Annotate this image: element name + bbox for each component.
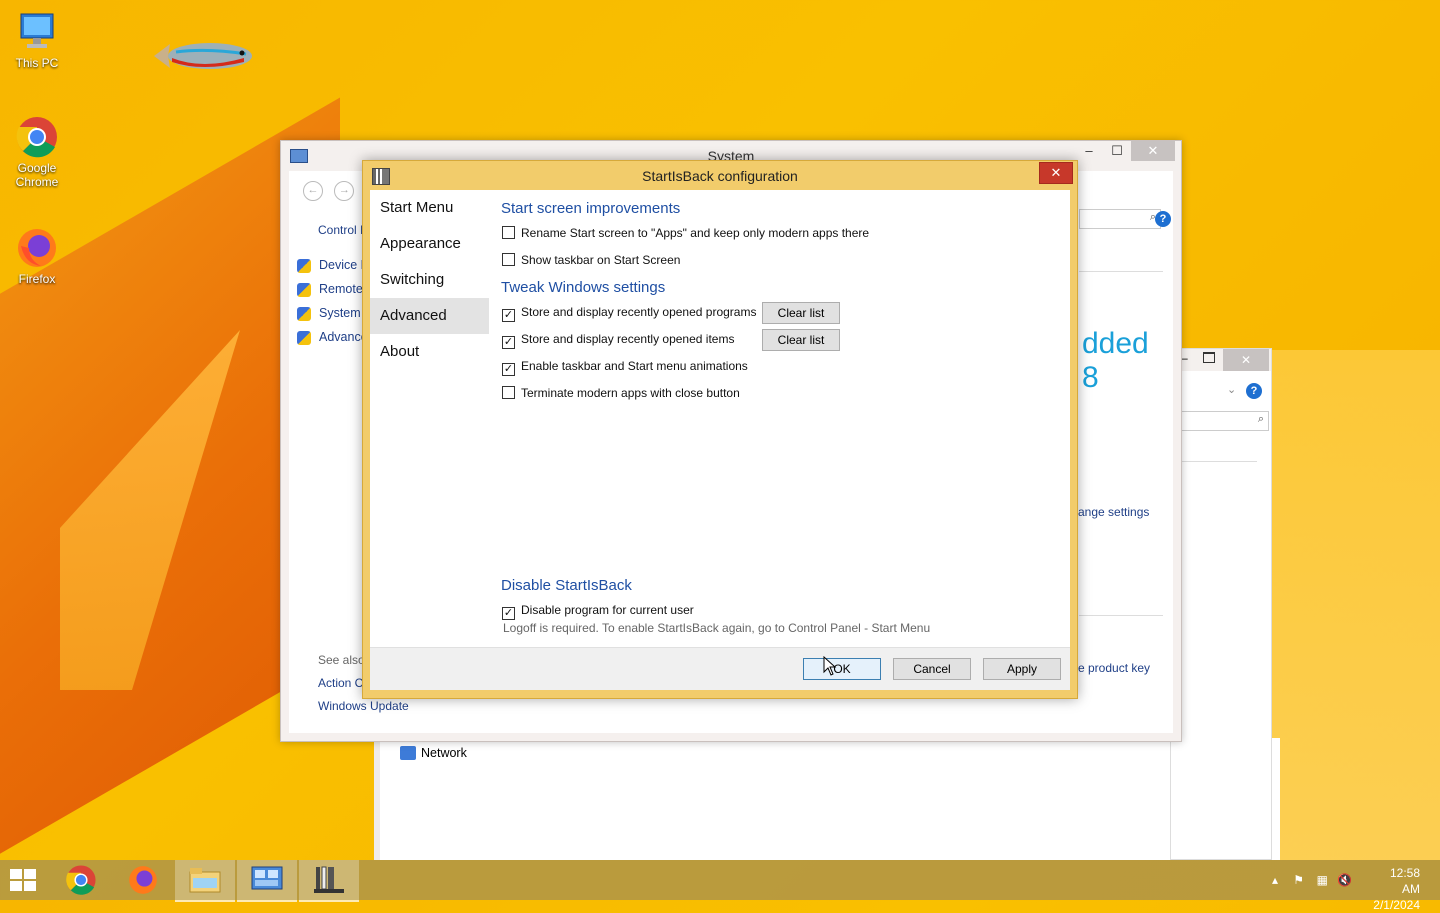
minimize-icon[interactable]: – — [1075, 141, 1103, 161]
help-icon[interactable]: ? — [1155, 211, 1171, 227]
checkbox-icon — [502, 226, 515, 239]
control-panel-link[interactable]: Control I — [318, 223, 363, 237]
firefox-icon — [15, 226, 59, 270]
show-taskbar-checkbox[interactable]: Show taskbar on Start Screen — [502, 253, 680, 267]
desktop-icon-chrome[interactable]: Google Chrome — [1, 115, 73, 189]
checkmark-icon: ✓ — [502, 607, 515, 620]
taskbar-control-panel[interactable] — [237, 860, 297, 902]
desktop-icon-label: Google Chrome — [15, 161, 59, 189]
mouse-cursor-icon — [823, 656, 837, 676]
taskbar-startisback[interactable] — [299, 860, 359, 902]
clear-items-button[interactable]: Clear list — [762, 329, 840, 351]
chrome-icon — [15, 115, 59, 159]
back-arrow-icon[interactable]: ← — [303, 181, 323, 201]
clock[interactable]: 12:58 AM 2/1/2024 — [1373, 865, 1420, 913]
startisback-icon — [314, 866, 344, 893]
windows-logo-icon — [10, 869, 38, 893]
taskbar-chrome[interactable] — [52, 860, 112, 900]
fish-desktop-pet[interactable] — [152, 36, 256, 76]
tab-start-menu[interactable]: Start Menu — [370, 190, 489, 226]
start-button[interactable] — [0, 860, 50, 900]
taskbar: ▴ ⚑ ▦ 🔇 12:58 AM 2/1/2024 — [0, 860, 1440, 912]
flag-icon[interactable]: ⚑ — [1293, 873, 1304, 887]
action-center-link[interactable]: Action C — [318, 676, 363, 690]
chevron-down-icon[interactable]: ⌄ — [1227, 383, 1236, 396]
recent-items-checkbox[interactable]: ✓ Store and display recently opened items — [502, 332, 734, 349]
search-input[interactable]: ⌕ — [1179, 411, 1269, 431]
minimize-icon[interactable]: – — [1181, 351, 1188, 365]
shield-icon — [297, 330, 311, 345]
edition-text: dded 8 — [1082, 327, 1149, 394]
cancel-button[interactable]: Cancel — [893, 658, 971, 680]
ok-button[interactable]: OK — [803, 658, 881, 680]
computer-icon — [15, 10, 59, 54]
remote-settings-link[interactable]: Remote — [297, 277, 371, 301]
desktop-icon-firefox[interactable]: Firefox — [1, 226, 73, 286]
change-settings-link[interactable]: ange settings — [1078, 505, 1149, 519]
volume-muted-icon[interactable]: 🔇 — [1337, 873, 1352, 887]
network-icon — [400, 746, 416, 760]
shield-icon — [297, 306, 311, 321]
checkmark-icon: ✓ — [502, 336, 515, 349]
windows-update-link[interactable]: Windows Update — [318, 699, 409, 713]
network-icon[interactable]: ▦ — [1317, 873, 1328, 887]
disable-program-checkbox[interactable]: ✓ Disable program for current user — [502, 603, 694, 620]
shield-icon — [297, 282, 311, 297]
start-screen-heading: Start screen improvements — [501, 200, 681, 217]
checkmark-icon: ✓ — [502, 309, 515, 322]
clear-programs-button[interactable]: Clear list — [762, 302, 840, 324]
product-key-link[interactable]: e product key — [1078, 661, 1150, 675]
checkbox-icon — [502, 386, 515, 399]
close-button[interactable]: ✕ — [1039, 162, 1073, 184]
shield-icon — [297, 258, 311, 273]
animations-checkbox[interactable]: ✓ Enable taskbar and Start menu animation… — [502, 359, 748, 376]
maximize-icon[interactable] — [1203, 352, 1215, 363]
search-icon: ⌕ — [1257, 413, 1264, 425]
see-also-label: See also — [318, 653, 365, 667]
settings-sidebar: Start Menu Appearance Switching Advanced… — [370, 190, 489, 370]
firefox-icon — [129, 866, 157, 894]
advanced-settings-link[interactable]: Advance — [297, 325, 371, 349]
apply-button[interactable]: Apply — [983, 658, 1061, 680]
network-window: Network — [374, 738, 1280, 860]
tab-appearance[interactable]: Appearance — [370, 226, 489, 262]
tab-about[interactable]: About — [370, 334, 489, 370]
desktop-icon-label: Firefox — [18, 272, 56, 286]
folder-icon — [189, 868, 221, 893]
show-hidden-icons-chevron-icon[interactable]: ▴ — [1272, 873, 1278, 887]
chrome-icon — [66, 865, 96, 895]
startisback-dialog: StartIsBack configuration ✕ Start Menu A… — [362, 160, 1078, 699]
desktop-icon-label: This PC — [15, 56, 59, 70]
dialog-title: StartIsBack configuration — [642, 168, 798, 184]
close-icon[interactable]: ✕ — [1223, 349, 1269, 371]
rename-start-screen-checkbox[interactable]: Rename Start screen to "Apps" and keep o… — [502, 226, 869, 240]
control-panel-icon — [251, 866, 283, 890]
logoff-note: Logoff is required. To enable StartIsBac… — [503, 621, 931, 635]
checkbox-icon — [502, 253, 515, 266]
network-label[interactable]: Network — [421, 746, 467, 760]
tab-switching[interactable]: Switching — [370, 262, 489, 298]
help-icon[interactable]: ? — [1246, 383, 1262, 399]
taskbar-file-explorer[interactable] — [175, 860, 235, 902]
system-protection-link[interactable]: System p — [297, 301, 371, 325]
disable-heading: Disable StartIsBack — [501, 577, 632, 594]
recent-programs-checkbox[interactable]: ✓ Store and display recently opened progr… — [502, 305, 756, 322]
maximize-icon[interactable]: ☐ — [1103, 141, 1131, 161]
clock-time: 12:58 AM — [1389, 866, 1420, 896]
nav-buttons: ← → — [303, 181, 362, 201]
search-input[interactable]: ⌕ — [1079, 209, 1161, 229]
clock-date: 2/1/2024 — [1373, 898, 1420, 912]
device-manager-link[interactable]: Device M — [297, 253, 371, 277]
secondary-window: – ✕ ⌄ ? ⌕ — [1170, 348, 1272, 860]
checkmark-icon: ✓ — [502, 363, 515, 376]
taskbar-firefox[interactable] — [113, 860, 173, 900]
desktop-icon-this-pc[interactable]: This PC — [1, 10, 73, 70]
terminate-apps-checkbox[interactable]: Terminate modern apps with close button — [502, 386, 740, 400]
dialog-footer: OK Cancel Apply — [370, 647, 1070, 690]
forward-arrow-icon[interactable]: → — [334, 181, 355, 201]
close-icon[interactable]: ✕ — [1131, 141, 1175, 161]
tweak-heading: Tweak Windows settings — [501, 279, 666, 296]
tab-advanced[interactable]: Advanced — [370, 298, 489, 334]
